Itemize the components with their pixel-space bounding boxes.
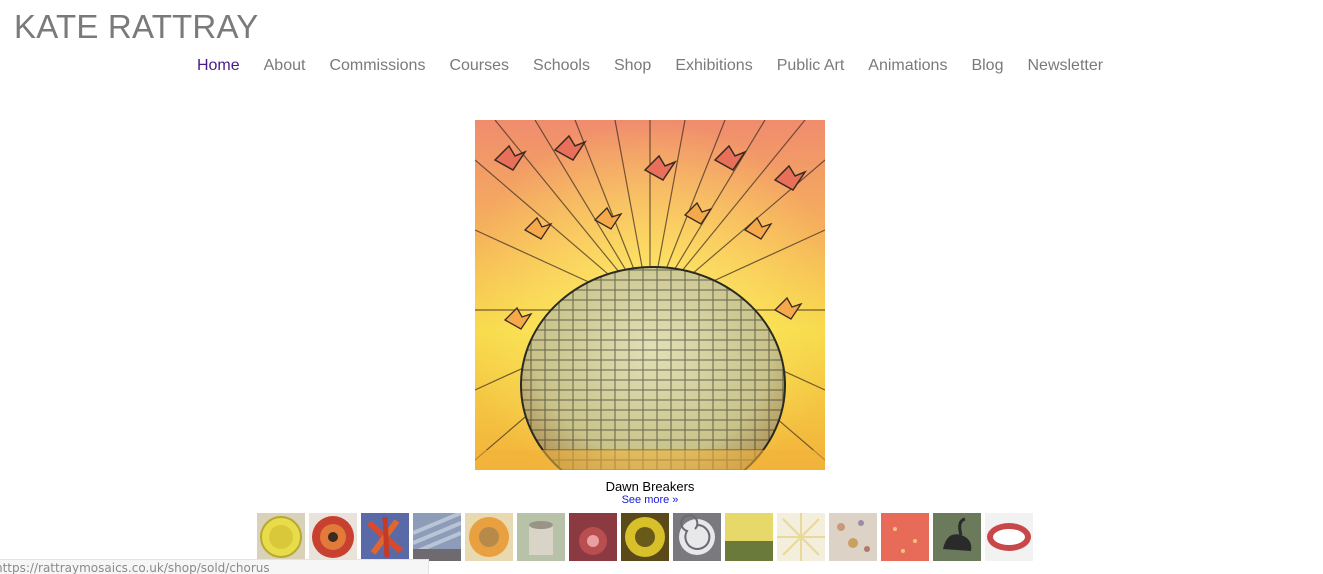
yellow-field-mosaic-thumbnail-icon — [725, 513, 773, 561]
thumbnail-scattered-pattern[interactable] — [829, 513, 877, 561]
dark-sunflower-mosaic-thumbnail-icon — [621, 513, 669, 561]
nav-item-public-art[interactable]: Public Art — [765, 56, 857, 76]
status-bar-url: https://rattraymosaics.co.uk/shop/sold/c… — [0, 561, 270, 574]
pale-sunburst-mosaic-thumbnail-icon — [777, 513, 825, 561]
thumbnail-lips[interactable] — [985, 513, 1033, 561]
browser-status-bar: https://rattraymosaics.co.uk/shop/sold/c… — [0, 559, 429, 574]
nav-item-about[interactable]: About — [252, 56, 318, 76]
red-circle-mosaic-thumbnail-icon — [309, 513, 357, 561]
thumbnail-strip — [257, 513, 1033, 561]
thumbnail-tree-stump[interactable] — [517, 513, 565, 561]
silver-spiral-mosaic-thumbnail-icon — [673, 513, 721, 561]
thumbnail-silver-spiral[interactable] — [673, 513, 721, 561]
see-more-link[interactable]: See more » — [475, 494, 825, 506]
swan-mosaic-thumbnail-icon — [933, 513, 981, 561]
featured-artwork-image[interactable] — [475, 120, 825, 470]
thumbnail-yellow-field[interactable] — [725, 513, 773, 561]
chilli-peppers-mosaic-thumbnail-icon — [361, 513, 409, 561]
nav-item-shop[interactable]: Shop — [602, 56, 663, 76]
main-nav: Home About Commissions Courses Schools S… — [0, 56, 1300, 76]
thumbnail-red-circle[interactable] — [309, 513, 357, 561]
nav-item-commissions[interactable]: Commissions — [317, 56, 437, 76]
golden-sunflower-mosaic-thumbnail-icon — [465, 513, 513, 561]
thumbnail-chilli-peppers[interactable] — [361, 513, 409, 561]
site-title[interactable]: KATE RATTRAY — [14, 8, 258, 46]
red-flower-mosaic-thumbnail-icon — [569, 513, 617, 561]
lips-mosaic-thumbnail-icon — [985, 513, 1033, 561]
thumbnail-dark-sunflower[interactable] — [621, 513, 669, 561]
yellow-sunflower-mosaic-thumbnail-icon — [257, 513, 305, 561]
blue-grey-mosaic-thumbnail-icon — [413, 513, 461, 561]
thumbnail-swan[interactable] — [933, 513, 981, 561]
thumbnail-golden-sunflower[interactable] — [465, 513, 513, 561]
nav-item-animations[interactable]: Animations — [856, 56, 959, 76]
thumbnail-pale-sunburst[interactable] — [777, 513, 825, 561]
nav-item-blog[interactable]: Blog — [959, 56, 1015, 76]
nav-item-newsletter[interactable]: Newsletter — [1015, 56, 1115, 76]
scattered-pattern-mosaic-thumbnail-icon — [829, 513, 877, 561]
dawn-breakers-mosaic-picture — [475, 120, 825, 470]
thumbnail-blue-grey[interactable] — [413, 513, 461, 561]
artwork-caption: Dawn Breakers — [605, 479, 695, 494]
thumbnail-coral-red[interactable] — [881, 513, 929, 561]
nav-item-home[interactable]: Home — [185, 56, 252, 76]
coral-red-mosaic-thumbnail-icon — [881, 513, 929, 561]
tree-stump-mosaic-thumbnail-icon — [517, 513, 565, 561]
nav-item-schools[interactable]: Schools — [521, 56, 602, 76]
nav-item-exhibitions[interactable]: Exhibitions — [663, 56, 764, 76]
nav-item-courses[interactable]: Courses — [437, 56, 521, 76]
thumbnail-yellow-sunflower[interactable] — [257, 513, 305, 561]
thumbnail-red-flower[interactable] — [569, 513, 617, 561]
